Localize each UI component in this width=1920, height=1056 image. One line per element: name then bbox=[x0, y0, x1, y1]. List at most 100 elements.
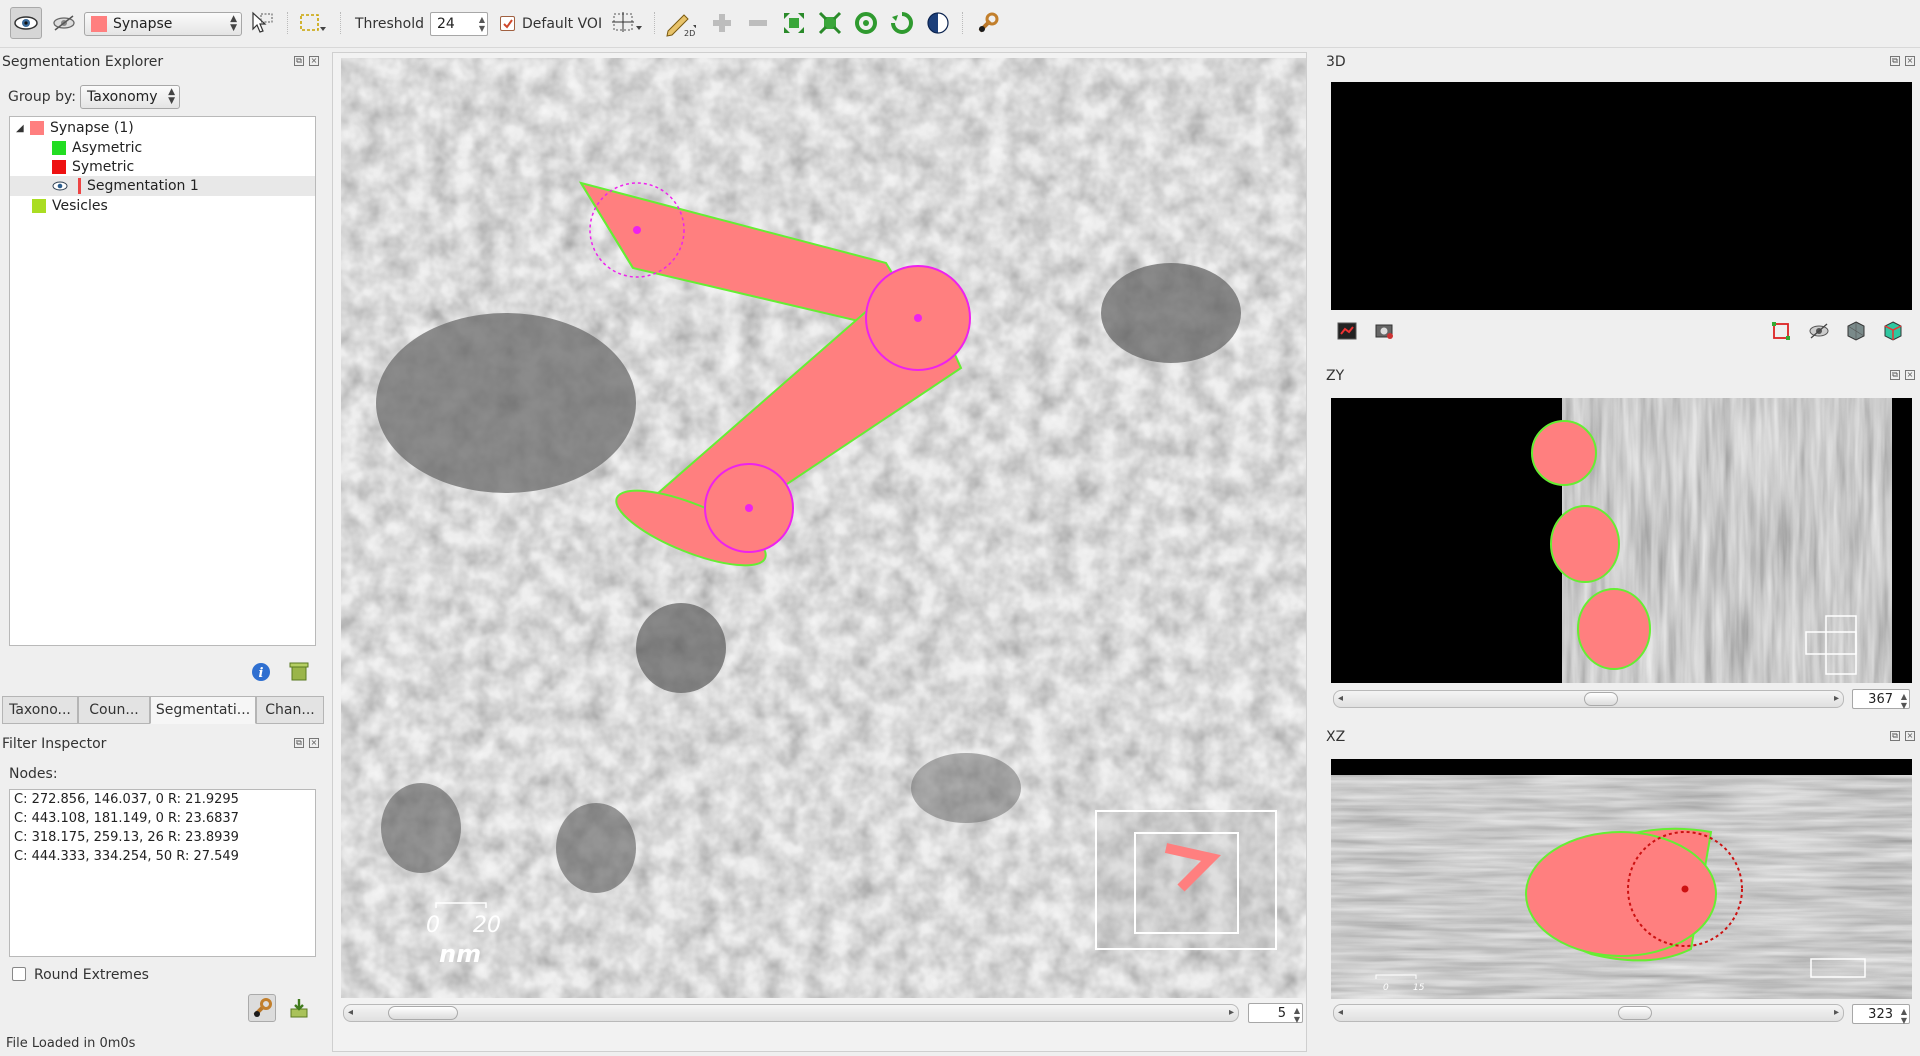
node-row[interactable]: C: 444.333, 334.254, 50 R: 27.549 bbox=[14, 849, 239, 864]
segmentation-category-select[interactable]: Synapse ▲ ▼ bbox=[84, 12, 242, 36]
voi-tool-icon[interactable] bbox=[610, 7, 642, 39]
dock-buttons[interactable]: ⧉ × bbox=[1890, 731, 1915, 741]
scrollbar-thumb[interactable] bbox=[1584, 692, 1618, 706]
export-icon[interactable] bbox=[286, 995, 312, 1021]
tree-item-segmentation-1[interactable]: Segmentation 1 bbox=[10, 176, 315, 196]
close-icon-green[interactable] bbox=[886, 7, 918, 39]
mesh-render-icon[interactable] bbox=[1880, 318, 1906, 344]
spin-arrows-icon: ▲ ▼ bbox=[478, 15, 485, 33]
spin-arrows-icon: ▲ ▼ bbox=[1900, 1007, 1907, 1025]
pencil-2d-icon[interactable]: 2D bbox=[664, 7, 696, 39]
main-slice-spinbox[interactable]: 5 ▲ ▼ bbox=[1248, 1003, 1303, 1024]
region-select-icon[interactable] bbox=[296, 7, 328, 39]
node-handle[interactable] bbox=[1681, 885, 1689, 893]
tree-item-symetric[interactable]: Symetric bbox=[52, 157, 134, 177]
plus-icon[interactable] bbox=[706, 7, 738, 39]
tab-label: Segmentati... bbox=[155, 702, 251, 718]
close-icon[interactable]: × bbox=[309, 56, 319, 66]
tree-item-synapse[interactable]: ◢ Synapse (1) bbox=[16, 118, 134, 138]
asymetric-color-swatch bbox=[52, 141, 66, 155]
zy-scrollbar[interactable]: ◂ ▸ bbox=[1333, 690, 1844, 708]
bounding-box-icon[interactable] bbox=[1768, 318, 1794, 344]
filter-wrench-icon[interactable] bbox=[972, 7, 1004, 39]
close-icon[interactable]: × bbox=[1905, 731, 1915, 741]
nodes-list[interactable]: C: 272.856, 146.037, 0 R: 21.9295 C: 443… bbox=[9, 789, 316, 957]
round-extremes-checkbox[interactable] bbox=[12, 967, 26, 981]
segmentation-tree: ◢ Synapse (1) Asymetric Symetric Segment… bbox=[9, 116, 316, 646]
scroll-right-icon[interactable]: ▸ bbox=[1229, 1005, 1234, 1021]
eye-icon[interactable] bbox=[10, 7, 42, 39]
threshold-spinbox[interactable]: 24 ▲ ▼ bbox=[430, 12, 488, 36]
vesicles-color-swatch bbox=[32, 199, 46, 213]
zy-slice-spinbox[interactable]: 367 ▲ ▼ bbox=[1852, 689, 1910, 710]
default-voi-checkbox[interactable] bbox=[500, 16, 515, 31]
delete-icon[interactable] bbox=[286, 658, 312, 684]
tree-item-asymetric[interactable]: Asymetric bbox=[52, 138, 142, 158]
snapshot-icon[interactable] bbox=[1372, 318, 1398, 344]
node-handle[interactable] bbox=[914, 314, 922, 322]
tab-taxonomy[interactable]: Taxono... bbox=[2, 696, 78, 724]
overview-thumbnail[interactable] bbox=[1095, 810, 1277, 950]
combo-arrows-icon: ▲ ▼ bbox=[168, 87, 175, 106]
erode-icon[interactable] bbox=[814, 7, 846, 39]
node-handle[interactable] bbox=[633, 226, 641, 234]
scroll-left-icon[interactable]: ◂ bbox=[1338, 1005, 1343, 1021]
float-icon[interactable]: ⧉ bbox=[294, 56, 304, 66]
scroll-right-icon[interactable]: ▸ bbox=[1834, 1005, 1839, 1021]
render-icon[interactable] bbox=[1334, 318, 1360, 344]
volume-render-icon[interactable] bbox=[1843, 318, 1869, 344]
tree-item-label: Vesicles bbox=[52, 198, 108, 214]
dock-buttons[interactable]: ⧉ × bbox=[294, 738, 319, 748]
tab-channels[interactable]: Chan... bbox=[256, 696, 324, 724]
tab-counter[interactable]: Coun... bbox=[78, 696, 150, 724]
minus-icon[interactable] bbox=[742, 7, 774, 39]
scrollbar-thumb[interactable] bbox=[388, 1006, 458, 1020]
tree-item-label: Synapse (1) bbox=[50, 120, 134, 136]
scale-min: 0 bbox=[426, 913, 440, 938]
round-extremes-label: Round Extremes bbox=[34, 967, 149, 983]
node-row[interactable]: C: 443.108, 181.149, 0 R: 23.6837 bbox=[14, 811, 239, 826]
visibility-eye-icon[interactable] bbox=[52, 180, 68, 192]
close-icon[interactable]: × bbox=[1905, 370, 1915, 380]
pointer-select-icon[interactable] bbox=[246, 7, 278, 39]
threshold-value: 24 bbox=[437, 16, 455, 32]
xz-scrollbar[interactable]: ◂ ▸ bbox=[1333, 1004, 1844, 1022]
node-handle[interactable] bbox=[745, 504, 753, 512]
info-icon[interactable]: i bbox=[248, 659, 274, 685]
expand-arrow-icon[interactable]: ◢ bbox=[16, 123, 30, 134]
dock-buttons[interactable]: ⧉ × bbox=[1890, 56, 1915, 66]
float-icon[interactable]: ⧉ bbox=[1890, 370, 1900, 380]
scroll-left-icon[interactable]: ◂ bbox=[348, 1005, 353, 1021]
scroll-right-icon[interactable]: ▸ bbox=[1834, 691, 1839, 707]
view-xz-canvas[interactable]: 0 15 bbox=[1331, 759, 1912, 999]
float-icon[interactable]: ⧉ bbox=[1890, 56, 1900, 66]
node-row[interactable]: C: 272.856, 146.037, 0 R: 21.9295 bbox=[14, 792, 239, 807]
tab-segmentation[interactable]: Segmentati... bbox=[150, 696, 256, 724]
group-by-select[interactable]: Taxonomy ▲ ▼ bbox=[80, 85, 180, 109]
node-row[interactable]: C: 318.175, 259.13, 26 R: 23.8939 bbox=[14, 830, 239, 845]
close-icon[interactable]: × bbox=[1905, 56, 1915, 66]
open-icon[interactable] bbox=[922, 7, 954, 39]
scrollbar-thumb[interactable] bbox=[1618, 1006, 1652, 1020]
visibility-toggle-icon[interactable] bbox=[1806, 318, 1832, 344]
float-icon[interactable]: ⧉ bbox=[1890, 731, 1900, 741]
close-icon[interactable]: × bbox=[309, 738, 319, 748]
view-zy-canvas[interactable] bbox=[1331, 398, 1912, 683]
main-2d-view[interactable]: 0 20 nm bbox=[341, 58, 1306, 998]
dock-buttons[interactable]: ⧉ × bbox=[1890, 370, 1915, 380]
fill-icon[interactable] bbox=[850, 7, 882, 39]
filter-wrench-icon[interactable] bbox=[248, 994, 276, 1022]
float-icon[interactable]: ⧉ bbox=[294, 738, 304, 748]
main-view-scrollbar[interactable]: ◂ ▸ bbox=[343, 1004, 1239, 1022]
tree-item-vesicles[interactable]: Vesicles bbox=[32, 196, 108, 216]
view-3d-canvas[interactable] bbox=[1331, 82, 1912, 310]
scroll-left-icon[interactable]: ◂ bbox=[1338, 691, 1343, 707]
dilate-icon[interactable] bbox=[778, 7, 810, 39]
xz-scale-min: 0 bbox=[1383, 983, 1389, 993]
svg-text:2D: 2D bbox=[684, 29, 695, 37]
xz-segmentation bbox=[1525, 831, 1717, 957]
symetric-color-swatch bbox=[52, 160, 66, 174]
dock-buttons[interactable]: ⧉ × bbox=[294, 56, 319, 66]
xz-slice-spinbox[interactable]: 323 ▲ ▼ bbox=[1852, 1004, 1910, 1025]
eye-hidden-icon[interactable] bbox=[48, 7, 80, 39]
